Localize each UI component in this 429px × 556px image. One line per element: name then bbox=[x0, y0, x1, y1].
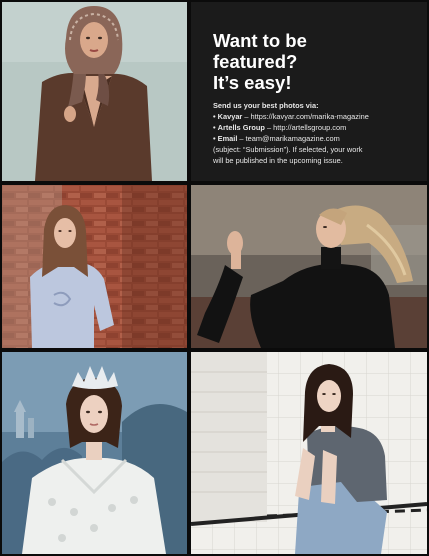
photo-tile-lace-tiara[interactable] bbox=[2, 352, 187, 554]
promo-body: Send us your best photos via: • Kavyar –… bbox=[213, 100, 418, 166]
photo-brick-wall-image bbox=[2, 185, 187, 348]
photo-tile-black-turtleneck[interactable] bbox=[191, 185, 427, 348]
photo-tiled-room-image bbox=[191, 352, 427, 554]
photo-tile-brick-wall[interactable] bbox=[2, 185, 187, 348]
submission-item-kavyar: • Kavyar – https://kavyar.com/marika-mag… bbox=[213, 112, 369, 121]
promo-intro: Send us your best photos via: bbox=[213, 101, 319, 110]
promo-note-line-2: will be published in the upcoming issue. bbox=[213, 156, 343, 165]
photo-black-turtleneck-image bbox=[191, 185, 427, 348]
photo-tile-tiled-room[interactable] bbox=[191, 352, 427, 554]
photo-suit-headscarf-image bbox=[2, 2, 187, 181]
photo-lace-tiara-image bbox=[2, 352, 187, 554]
photo-tile-suit-headscarf[interactable] bbox=[2, 2, 187, 181]
kavyar-link[interactable]: https://kavyar.com/marika-magazine bbox=[251, 112, 369, 121]
submission-item-artells: • Artells Group – http://artellsgroup.co… bbox=[213, 123, 347, 132]
promo-panel: Want to be featured? It’s easy! Send us … bbox=[191, 2, 427, 181]
promo-title: Want to be featured? It’s easy! bbox=[213, 30, 307, 93]
artells-link[interactable]: http://artellsgroup.com bbox=[273, 123, 346, 132]
submission-item-email: • Email – team@marikamagazine.com bbox=[213, 134, 340, 143]
email-link[interactable]: team@marikamagazine.com bbox=[246, 134, 340, 143]
promo-note-line-1: (subject: “Submission”). If selected, yo… bbox=[213, 145, 363, 154]
